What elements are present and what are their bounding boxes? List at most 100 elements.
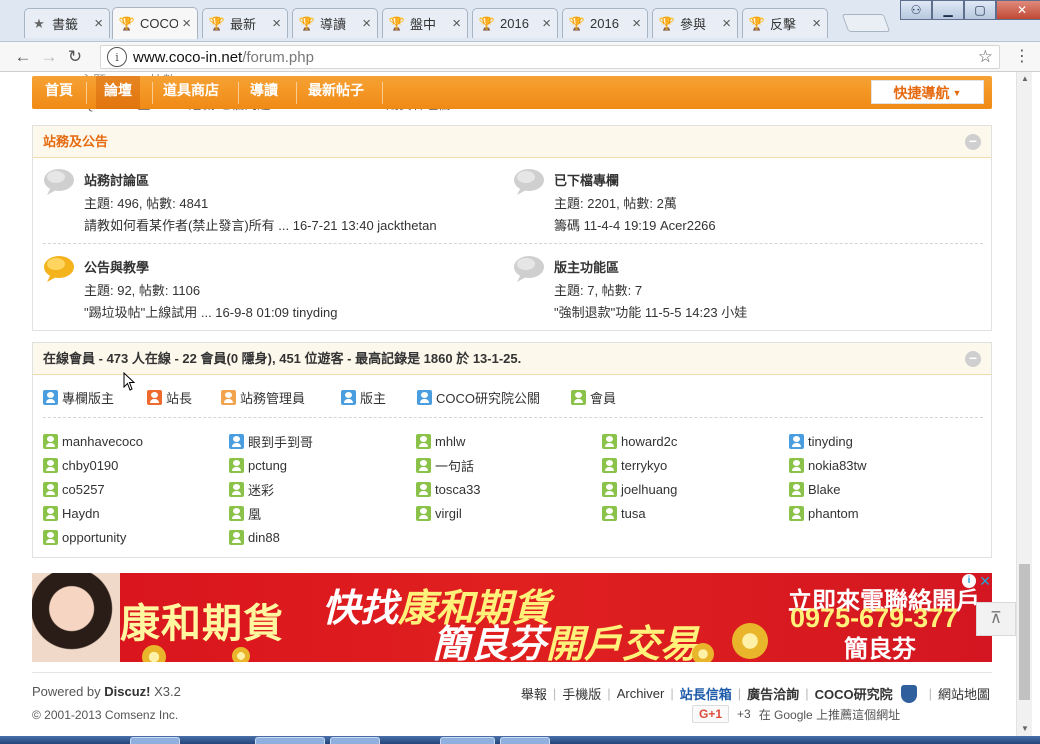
footer-link-ads[interactable]: 廣告洽詢 xyxy=(747,684,799,703)
online-user[interactable]: 眼到手到哥 xyxy=(229,431,313,451)
browser-tab[interactable]: 🏆 反擊 × xyxy=(742,8,828,38)
online-user[interactable]: terrykyo xyxy=(602,455,667,475)
ad-banner[interactable]: 康和期貨 快找康和期貨 簡良芬開戶交易 立即來電聯絡開戶 0975-679-37… xyxy=(32,573,992,662)
address-bar[interactable]: i www.coco-in.net/forum.php ☆ xyxy=(100,45,1000,69)
username[interactable]: tosca33 xyxy=(435,482,481,497)
username[interactable]: terrykyo xyxy=(621,458,667,473)
footer-link-mobile[interactable]: 手機版 xyxy=(562,684,601,703)
maximize-button[interactable]: ▢ xyxy=(964,0,996,20)
browser-tab[interactable]: 🏆 2016 × xyxy=(472,8,558,38)
discuz-link[interactable]: Discuz! xyxy=(104,684,150,699)
tab-close-icon[interactable]: × xyxy=(452,15,461,32)
scrollbar-thumb[interactable] xyxy=(1019,564,1030,700)
bookmark-star-icon[interactable]: ☆ xyxy=(978,47,993,67)
username[interactable]: Haydn xyxy=(62,506,100,521)
online-user[interactable]: 凰 xyxy=(229,503,261,523)
online-user[interactable]: howard2c xyxy=(602,431,677,451)
forward-button[interactable]: → xyxy=(36,47,62,67)
username[interactable]: 一句話 xyxy=(435,456,474,475)
tab-close-icon[interactable]: × xyxy=(632,15,641,32)
group-title[interactable]: 站務及公告 xyxy=(43,134,108,149)
username[interactable]: howard2c xyxy=(621,434,677,449)
taskbar-item[interactable] xyxy=(130,737,180,744)
username[interactable]: phantom xyxy=(808,506,859,521)
forum-last-post[interactable]: "強制退款"功能 11-5-5 14:23 小娃 xyxy=(554,302,747,321)
collapse-icon[interactable]: − xyxy=(965,134,981,150)
tab-close-icon[interactable]: × xyxy=(362,15,371,32)
forum-name[interactable]: 版主功能區 xyxy=(554,257,619,276)
online-user[interactable]: chby0190 xyxy=(43,455,118,475)
browser-menu-icon[interactable]: ⋮ xyxy=(1014,46,1030,66)
forum-name[interactable]: 站務討論區 xyxy=(84,170,149,189)
quick-nav-button[interactable]: 快捷導航 ▼ xyxy=(871,80,984,104)
security-shield-icon[interactable] xyxy=(900,684,917,703)
footer-link-archiver[interactable]: Archiver xyxy=(617,686,665,701)
online-user[interactable]: mhlw xyxy=(416,431,465,451)
tab-close-icon[interactable]: × xyxy=(542,15,551,32)
username[interactable]: tusa xyxy=(621,506,646,521)
browser-tab[interactable]: ★ 書籤 × xyxy=(24,8,110,38)
username[interactable]: nokia83tw xyxy=(808,458,867,473)
online-title[interactable]: 在線會員 xyxy=(43,351,95,366)
nav-home[interactable]: 首頁 xyxy=(45,76,73,109)
username[interactable]: joelhuang xyxy=(621,482,677,497)
online-user[interactable]: Haydn xyxy=(43,503,100,523)
online-user[interactable]: pctung xyxy=(229,455,287,475)
forum-name[interactable]: 已下檔專欄 xyxy=(554,170,619,189)
browser-tab[interactable]: 🏆 導讀 × xyxy=(292,8,378,38)
online-user[interactable]: tosca33 xyxy=(416,479,481,499)
scroll-down-icon[interactable]: ▼ xyxy=(1017,722,1033,736)
google-plus-button[interactable]: G+1 xyxy=(692,705,730,723)
username[interactable]: co5257 xyxy=(62,482,105,497)
footer-link-coco[interactable]: COCO研究院 xyxy=(815,684,893,703)
username[interactable]: tinyding xyxy=(808,434,853,449)
online-user[interactable]: opportunity xyxy=(43,527,126,547)
close-window-button[interactable]: ✕ xyxy=(996,0,1040,20)
minimize-button[interactable]: ▁ xyxy=(932,0,964,20)
ad-info-icon[interactable]: i xyxy=(962,574,976,588)
new-tab-button[interactable] xyxy=(841,14,891,32)
username[interactable]: mhlw xyxy=(435,434,465,449)
online-user[interactable]: co5257 xyxy=(43,479,105,499)
online-user[interactable]: tinyding xyxy=(789,431,853,451)
online-user[interactable]: manhavecoco xyxy=(43,431,143,451)
user-icon[interactable]: ⚇ xyxy=(900,0,932,20)
nav-latest-posts[interactable]: 最新帖子 xyxy=(308,76,364,109)
ad-close-icon[interactable]: ✕ xyxy=(979,573,991,590)
online-user[interactable]: 迷彩 xyxy=(229,479,274,499)
footer-link-report[interactable]: 舉報 xyxy=(521,684,547,703)
nav-guide[interactable]: 導讀 xyxy=(250,76,278,109)
online-user[interactable]: nokia83tw xyxy=(789,455,867,475)
nav-shop[interactable]: 道具商店 xyxy=(163,76,219,109)
username[interactable]: Blake xyxy=(808,482,841,497)
username[interactable]: pctung xyxy=(248,458,287,473)
username[interactable]: opportunity xyxy=(62,530,126,545)
nav-forum[interactable]: 論壇 xyxy=(96,76,140,109)
forum-last-post[interactable]: 請教如何看某作者(禁止發言)所有 ... 16-7-21 13:40 jackt… xyxy=(84,215,437,234)
browser-tab[interactable]: 🏆 2016 × xyxy=(562,8,648,38)
page-scrollbar[interactable]: ▲ ▼ xyxy=(1016,72,1032,736)
taskbar-item[interactable] xyxy=(330,737,380,744)
username[interactable]: 迷彩 xyxy=(248,480,274,499)
tab-close-icon[interactable]: × xyxy=(94,15,103,32)
online-user[interactable]: joelhuang xyxy=(602,479,677,499)
taskbar-item[interactable] xyxy=(440,737,495,744)
browser-tab[interactable]: 🏆 最新 × xyxy=(202,8,288,38)
tab-close-icon[interactable]: × xyxy=(722,15,731,32)
browser-tab[interactable]: 🏆 COCO × xyxy=(112,7,198,39)
back-to-top-icon[interactable]: ⊼ xyxy=(976,602,1016,636)
username[interactable]: 眼到手到哥 xyxy=(248,432,313,451)
scroll-up-icon[interactable]: ▲ xyxy=(1017,72,1033,86)
site-info-icon[interactable]: i xyxy=(107,47,127,67)
footer-link-admin-mail[interactable]: 站長信箱 xyxy=(680,684,732,703)
browser-tab[interactable]: 🏆 盤中 × xyxy=(382,8,468,38)
online-user[interactable]: Blake xyxy=(789,479,841,499)
forum-name[interactable]: 公告與教學 xyxy=(84,257,149,276)
online-user[interactable]: din88 xyxy=(229,527,280,547)
online-user[interactable]: virgil xyxy=(416,503,462,523)
tab-close-icon[interactable]: × xyxy=(182,15,191,32)
online-user[interactable]: 一句話 xyxy=(416,455,474,475)
footer-link-sitemap[interactable]: 網站地圖 xyxy=(938,684,990,703)
taskbar-item[interactable] xyxy=(255,737,325,744)
username[interactable]: chby0190 xyxy=(62,458,118,473)
